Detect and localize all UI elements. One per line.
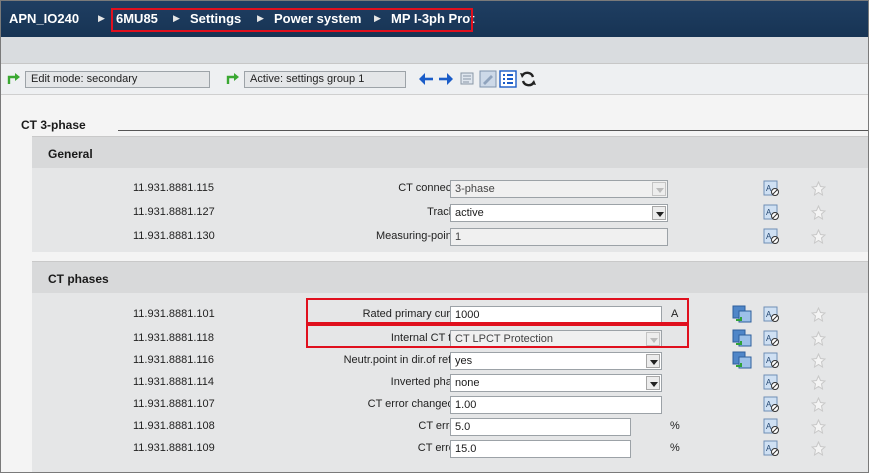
- parameter-address: 11.931.8881.109: [133, 442, 215, 454]
- favorite-star-icon[interactable]: [811, 397, 826, 412]
- section-header-ct-phases: CT phases: [32, 262, 868, 293]
- chevron-down-icon: [652, 182, 666, 196]
- list-view-icon[interactable]: [499, 70, 517, 88]
- favorite-star-icon[interactable]: [811, 331, 826, 346]
- parameter-address: 11.931.8881.116: [133, 354, 214, 366]
- dropdown-value: none: [455, 377, 480, 389]
- compare-icon[interactable]: [459, 70, 477, 88]
- refresh-icon[interactable]: [519, 70, 537, 88]
- highlight-box: [111, 8, 473, 32]
- inverted-phases-dropdown[interactable]: none: [450, 374, 662, 392]
- unit-label: %: [670, 420, 680, 432]
- chevron-down-icon[interactable]: [652, 206, 666, 220]
- active-group-field[interactable]: Active: settings group 1: [244, 71, 406, 88]
- breadcrumb: APN_IO240 ▶ 6MU85 ▶ Settings ▶ Power sys…: [1, 1, 868, 37]
- sync-icon[interactable]: [732, 305, 752, 323]
- parameter-address: 11.931.8881.115: [133, 182, 214, 194]
- parameter-info-icon[interactable]: A: [763, 418, 780, 435]
- sync-icon[interactable]: [732, 329, 752, 347]
- section-title-ct-phases: CT phases: [48, 272, 109, 286]
- parameter-row: 11.931.8881.107 CT error changeover: 1.0…: [32, 394, 868, 416]
- ct-error-b-input[interactable]: 15.0: [450, 440, 631, 458]
- neutral-point-dropdown[interactable]: yes: [450, 352, 662, 370]
- section-title-ct-3-phase: CT 3-phase: [21, 118, 86, 132]
- parameter-info-icon[interactable]: A: [763, 352, 780, 369]
- favorite-star-icon[interactable]: [811, 307, 826, 322]
- favorite-star-icon[interactable]: [811, 375, 826, 390]
- parameter-address: 11.931.8881.101: [133, 308, 215, 320]
- chevron-right-icon: ▶: [98, 13, 105, 23]
- parameter-row: 11.931.8881.115 CT connection: 3-phase A: [32, 178, 868, 200]
- favorite-star-icon[interactable]: [811, 205, 826, 220]
- measuring-point-id-field: 1: [450, 228, 668, 246]
- back-arrow-icon[interactable]: [417, 70, 435, 88]
- parameter-address: 11.931.8881.114: [133, 376, 214, 388]
- dropdown-value: 3-phase: [455, 183, 495, 195]
- favorite-star-icon[interactable]: [811, 353, 826, 368]
- edit-mode-field[interactable]: Edit mode: secondary: [25, 71, 210, 88]
- toolbar: Edit mode: secondary Active: settings gr…: [1, 64, 868, 95]
- parameter-address: 11.931.8881.118: [133, 332, 214, 344]
- ct-error-a-input[interactable]: 5.0: [450, 418, 631, 436]
- section-general: General 11.931.8881.115 CT connection: 3…: [32, 136, 868, 252]
- dropdown-value: active: [455, 207, 484, 219]
- app-window: APN_IO240 ▶ 6MU85 ▶ Settings ▶ Power sys…: [0, 0, 869, 473]
- unit-label: %: [670, 442, 680, 454]
- parameter-address: 11.931.8881.130: [133, 230, 215, 242]
- ct-connection-dropdown[interactable]: 3-phase: [450, 180, 668, 198]
- header-strip: [1, 37, 868, 64]
- parameter-info-icon[interactable]: A: [763, 180, 780, 197]
- parameter-info-icon[interactable]: A: [763, 306, 780, 323]
- section-ct-phases: CT phases 11.931.8881.101 Rated primary …: [32, 261, 868, 472]
- parameter-row: 11.931.8881.109 CT error B: 15.0 % A: [32, 438, 868, 460]
- tracking-dropdown[interactable]: active: [450, 204, 668, 222]
- dropdown-value: yes: [455, 355, 473, 367]
- breadcrumb-root[interactable]: APN_IO240: [9, 11, 79, 26]
- parameter-address: 11.931.8881.108: [133, 420, 215, 432]
- parameter-info-icon[interactable]: A: [763, 204, 780, 221]
- favorite-star-icon[interactable]: [811, 229, 826, 244]
- chevron-down-icon[interactable]: [646, 354, 660, 368]
- favorite-star-icon[interactable]: [811, 441, 826, 456]
- parameter-row: 11.931.8881.108 CT error A: 5.0 % A: [32, 416, 868, 438]
- parameter-info-icon[interactable]: A: [763, 396, 780, 413]
- chevron-down-icon[interactable]: [646, 376, 660, 390]
- parameter-row: 11.931.8881.114 Inverted phases: none A: [32, 372, 868, 394]
- parameter-info-icon[interactable]: A: [763, 440, 780, 457]
- go-arrow-icon[interactable]: [6, 70, 22, 86]
- parameter-info-icon[interactable]: A: [763, 330, 780, 347]
- parameter-info-icon[interactable]: A: [763, 374, 780, 391]
- forward-arrow-icon[interactable]: [437, 70, 455, 88]
- favorite-star-icon[interactable]: [811, 181, 826, 196]
- parameter-address: 11.931.8881.127: [133, 206, 215, 218]
- section-title-general: General: [48, 147, 93, 161]
- parameter-info-icon[interactable]: A: [763, 228, 780, 245]
- parameter-address: 11.931.8881.107: [133, 398, 215, 410]
- divider: [118, 130, 868, 131]
- highlight-box: [306, 324, 689, 348]
- favorite-star-icon[interactable]: [811, 419, 826, 434]
- sync-icon[interactable]: [732, 351, 752, 369]
- go-arrow-icon[interactable]: [225, 70, 241, 86]
- highlight-box: [306, 298, 689, 324]
- section-header-general: General: [32, 137, 868, 168]
- parameter-row: 11.931.8881.127 Tracking: active A: [32, 202, 868, 224]
- editor-content: CT 3-phase General 11.931.8881.115 CT co…: [1, 95, 868, 472]
- parameter-row: 11.931.8881.130 Measuring-point ID: 1 A: [32, 226, 868, 248]
- parameter-row: 11.931.8881.116 Neutr.point in dir.of re…: [32, 350, 868, 372]
- edit-icon[interactable]: [479, 70, 497, 88]
- ct-error-changeover-input[interactable]: 1.00: [450, 396, 662, 414]
